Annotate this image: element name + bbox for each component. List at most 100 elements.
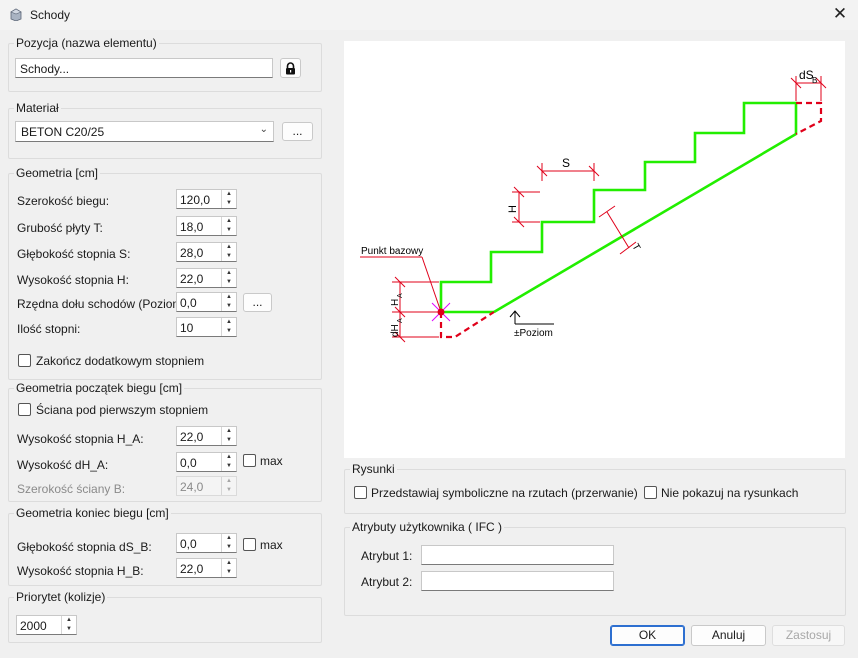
punkt-bazowy-label: Punkt bazowy (361, 246, 423, 257)
poziom-marker (509, 310, 554, 325)
element-name-input[interactable]: Schody... (15, 58, 273, 78)
gleb-dsb-spinbox[interactable]: 0,0 ▲ ▼ (176, 533, 237, 553)
wys-ha-value: 22,0 (180, 430, 204, 444)
spin-down-icon[interactable]: ▼ (222, 302, 236, 311)
spin-down-icon[interactable]: ▼ (222, 252, 236, 261)
zakoncz-label: Zakończ dodatkowym stopniem (36, 354, 205, 368)
material-legend: Materiał (16, 101, 59, 115)
ilosc-spinbox[interactable]: 10 ▲ ▼ (176, 317, 237, 337)
atrybut1-input[interactable] (421, 545, 614, 565)
szerokosc-value: 120,0 (180, 193, 211, 207)
atrybut2-input[interactable] (421, 571, 614, 591)
spin-down-icon[interactable]: ▼ (222, 462, 236, 471)
spin-up-icon[interactable]: ▲ (222, 534, 236, 543)
wys-hb-spinbox[interactable]: 22,0 ▲ ▼ (176, 558, 237, 578)
rzedna-browse-button[interactable]: ... (243, 293, 272, 312)
wys-dha-label: Wysokość dH_A: (17, 458, 109, 472)
dha-max-checkbox[interactable] (243, 454, 256, 467)
rzedna-label: Rzędna dołu schodów (Poziom): (17, 297, 190, 311)
spin-down-icon[interactable]: ▼ (222, 436, 236, 445)
symboliczne-label: Przedstawiaj symboliczne na rzutach (prz… (371, 486, 638, 500)
zakoncz-checkbox[interactable] (18, 354, 31, 367)
sciana-checkbox[interactable] (18, 403, 31, 416)
spin-down-icon[interactable]: ▼ (222, 543, 236, 552)
ha-dimension-label: H (390, 299, 401, 306)
poziom-label: ±Poziom (514, 328, 553, 339)
grubosc-value: 18,0 (180, 220, 204, 234)
stair-profile (439, 101, 798, 314)
spin-up-icon[interactable]: ▲ (222, 453, 236, 462)
spin-up-icon[interactable]: ▲ (222, 318, 236, 327)
gleb-dsb-value: 0,0 (180, 537, 197, 551)
spin-down-icon[interactable]: ▼ (222, 199, 236, 208)
glebokosc-spinbox[interactable]: 28,0 ▲ ▼ (176, 242, 237, 262)
spin-down-icon[interactable]: ▼ (222, 226, 236, 235)
glebokosc-value: 28,0 (180, 246, 204, 260)
atrybuty-group: Atrybuty użytkownika ( IFC ) (344, 520, 846, 616)
spin-up-icon[interactable]: ▲ (62, 616, 76, 625)
dashed-extensions (439, 101, 823, 339)
material-select[interactable]: BETON C20/25 ⌄ (15, 121, 274, 142)
dha-subscript-label: A (397, 318, 404, 323)
dsb-max-checkbox[interactable] (243, 538, 256, 551)
nie-pokazuj-checkbox[interactable] (644, 486, 657, 499)
close-icon[interactable]: ✕ (829, 4, 851, 26)
koniec-legend: Geometria koniec biegu [cm] (16, 506, 169, 520)
gleb-dsb-label: Głębokość stopnia dS_B: (17, 540, 152, 554)
grubosc-label: Grubość płyty T: (17, 221, 103, 235)
s-dimension-label: S (562, 156, 570, 170)
szerokosc-spinbox[interactable]: 120,0 ▲ ▼ (176, 189, 237, 209)
spin-down-icon[interactable]: ▼ (222, 327, 236, 336)
priorytet-legend: Priorytet (kolizje) (16, 590, 106, 604)
pozycja-legend: Pozycja (nazwa elementu) (16, 36, 157, 50)
material-browse-button[interactable]: ... (282, 122, 313, 141)
rzedna-value: 0,0 (180, 296, 197, 310)
poczatek-legend: Geometria początek biegu [cm] (16, 381, 183, 395)
dha-dimension-label: dH (390, 324, 401, 337)
wysokosc-label: Wysokość stopnia H: (17, 273, 129, 287)
h-dimension-label: H (507, 205, 519, 213)
material-select-value: BETON C20/25 (21, 125, 105, 139)
spin-up-icon[interactable]: ▲ (222, 190, 236, 199)
wysokosc-value: 22,0 (180, 272, 204, 286)
grubosc-spinbox[interactable]: 18,0 ▲ ▼ (176, 216, 237, 236)
dsb-max-label: max (260, 538, 283, 552)
wys-ha-label: Wysokość stopnia H_A: (17, 432, 144, 446)
rzedna-spinbox[interactable]: 0,0 ▲ ▼ (176, 292, 237, 312)
ilosc-label: Ilość stopni: (17, 322, 81, 336)
wysokosc-spinbox[interactable]: 22,0 ▲ ▼ (176, 268, 237, 288)
ha-subscript-label: A (397, 293, 404, 298)
spin-up-icon[interactable]: ▲ (222, 293, 236, 302)
szer-sciany-label: Szerokość ściany B: (17, 482, 126, 496)
chevron-down-icon: ⌄ (259, 124, 268, 135)
lock-button[interactable] (280, 58, 301, 78)
spin-down-icon[interactable]: ▼ (222, 278, 236, 287)
atrybut1-label: Atrybut 1: (361, 549, 413, 563)
sciana-label: Ściana pod pierwszym stopniem (36, 403, 209, 417)
priorytet-spinbox[interactable]: 2000 ▲ ▼ (16, 615, 77, 635)
wys-ha-spinbox[interactable]: 22,0 ▲ ▼ (176, 426, 237, 446)
szer-sciany-value: 24,0 (180, 480, 204, 494)
window-title: Schody (30, 8, 71, 22)
spin-down-icon[interactable]: ▼ (222, 568, 236, 577)
ok-button[interactable]: OK (610, 625, 685, 646)
rysunki-legend: Rysunki (352, 462, 395, 476)
lock-icon (286, 62, 295, 75)
spin-up-icon[interactable]: ▲ (222, 559, 236, 568)
spin-down-icon: ▼ (226, 487, 232, 493)
symboliczne-checkbox[interactable] (354, 486, 367, 499)
spin-down-icon[interactable]: ▼ (62, 625, 76, 634)
dha-max-label: max (260, 454, 283, 468)
spin-up-icon[interactable]: ▲ (222, 269, 236, 278)
spin-up-icon[interactable]: ▲ (222, 217, 236, 226)
spin-up-icon[interactable]: ▲ (222, 243, 236, 252)
geometria-legend: Geometria [cm] (16, 166, 99, 180)
t-dimension-label: T (629, 242, 642, 253)
app-icon (10, 8, 22, 21)
stairs-diagram: S H T dS B H A dH A Punkt bazowy ±Poziom (344, 41, 845, 458)
cancel-button[interactable]: Anuluj (691, 625, 766, 646)
spin-up-icon[interactable]: ▲ (222, 427, 236, 436)
nie-pokazuj-label: Nie pokazuj na rysunkach (661, 486, 799, 500)
atrybuty-legend: Atrybuty użytkownika ( IFC ) (352, 520, 503, 534)
wys-dha-spinbox[interactable]: 0,0 ▲ ▼ (176, 452, 237, 472)
